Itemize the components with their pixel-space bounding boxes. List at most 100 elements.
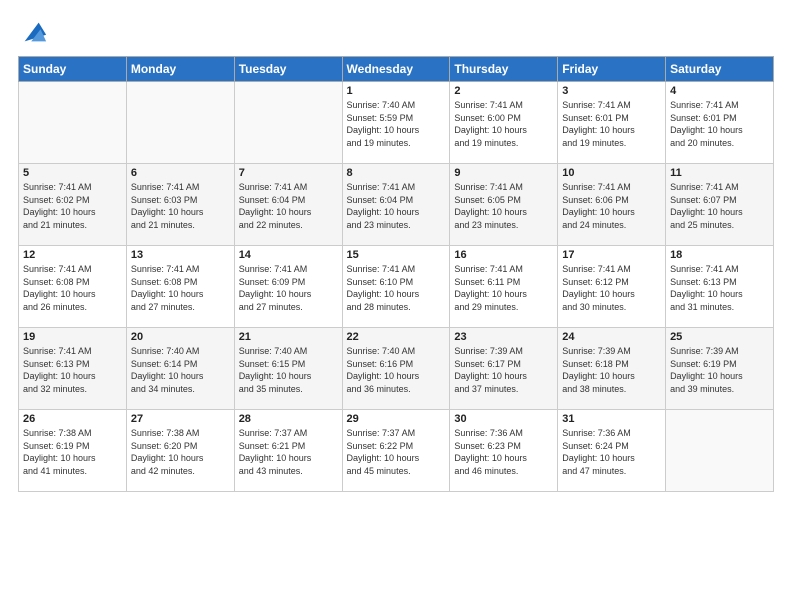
day-number: 24	[562, 331, 661, 343]
day-cell: 16 Sunrise: 7:41 AM Sunset: 6:11 PM Dayli…	[450, 246, 558, 328]
day-number: 14	[239, 249, 338, 261]
day-info: Sunrise: 7:40 AM Sunset: 6:15 PM Dayligh…	[239, 345, 338, 395]
day-number: 26	[23, 413, 122, 425]
day-number: 4	[670, 85, 769, 97]
weekday-header-friday: Friday	[558, 57, 666, 82]
day-cell: 12Sunrise: 7:41 AM Sunset: 6:08 PM Dayli…	[19, 246, 127, 328]
day-cell: 17Sunrise: 7:41 AM Sunset: 6:12 PM Dayli…	[558, 246, 666, 328]
day-info: Sunrise: 7:41 AM Sunset: 6:00 PM Dayligh…	[454, 99, 553, 149]
week-row-0: 1Sunrise: 7:40 AM Sunset: 5:59 PM Daylig…	[19, 82, 774, 164]
week-row-2: 12Sunrise: 7:41 AM Sunset: 6:08 PM Dayli…	[19, 246, 774, 328]
day-number: 8	[347, 167, 446, 179]
day-info: Sunrise: 7:41 AM Sunset: 6:10 PM Dayligh…	[347, 263, 446, 313]
day-number: 27	[131, 413, 230, 425]
day-cell: 9 Sunrise: 7:41 AM Sunset: 6:05 PM Daylig…	[450, 164, 558, 246]
day-cell: 4 Sunrise: 7:41 AM Sunset: 6:01 PM Daylig…	[666, 82, 774, 164]
day-cell: 10Sunrise: 7:41 AM Sunset: 6:06 PM Dayli…	[558, 164, 666, 246]
day-info: Sunrise: 7:38 AM Sunset: 6:20 PM Dayligh…	[131, 427, 230, 477]
day-number: 11	[670, 167, 769, 179]
day-cell: 13 Sunrise: 7:41 AM Sunset: 6:08 PM Dayli…	[126, 246, 234, 328]
day-cell	[19, 82, 127, 164]
day-cell: 2 Sunrise: 7:41 AM Sunset: 6:00 PM Daylig…	[450, 82, 558, 164]
day-number: 13	[131, 249, 230, 261]
day-info: Sunrise: 7:38 AM Sunset: 6:19 PM Dayligh…	[23, 427, 122, 477]
day-info: Sunrise: 7:41 AM Sunset: 6:08 PM Dayligh…	[23, 263, 122, 313]
day-number: 18	[670, 249, 769, 261]
calendar-table: SundayMondayTuesdayWednesdayThursdayFrid…	[18, 56, 774, 492]
day-info: Sunrise: 7:41 AM Sunset: 6:11 PM Dayligh…	[454, 263, 553, 313]
day-info: Sunrise: 7:36 AM Sunset: 6:24 PM Dayligh…	[562, 427, 661, 477]
day-number: 6	[131, 167, 230, 179]
day-number: 28	[239, 413, 338, 425]
day-cell: 22 Sunrise: 7:40 AM Sunset: 6:16 PM Dayli…	[342, 328, 450, 410]
day-info: Sunrise: 7:41 AM Sunset: 6:13 PM Dayligh…	[23, 345, 122, 395]
day-cell: 30Sunrise: 7:36 AM Sunset: 6:23 PM Dayli…	[450, 410, 558, 492]
day-number: 31	[562, 413, 661, 425]
day-cell: 6 Sunrise: 7:41 AM Sunset: 6:03 PM Daylig…	[126, 164, 234, 246]
day-info: Sunrise: 7:41 AM Sunset: 6:06 PM Dayligh…	[562, 181, 661, 231]
day-info: Sunrise: 7:39 AM Sunset: 6:19 PM Dayligh…	[670, 345, 769, 395]
day-cell: 11 Sunrise: 7:41 AM Sunset: 6:07 PM Dayli…	[666, 164, 774, 246]
day-cell: 23 Sunrise: 7:39 AM Sunset: 6:17 PM Dayli…	[450, 328, 558, 410]
day-info: Sunrise: 7:41 AM Sunset: 6:03 PM Dayligh…	[131, 181, 230, 231]
day-cell: 14Sunrise: 7:41 AM Sunset: 6:09 PM Dayli…	[234, 246, 342, 328]
day-cell: 18Sunrise: 7:41 AM Sunset: 6:13 PM Dayli…	[666, 246, 774, 328]
day-cell: 1Sunrise: 7:40 AM Sunset: 5:59 PM Daylig…	[342, 82, 450, 164]
day-info: Sunrise: 7:41 AM Sunset: 6:12 PM Dayligh…	[562, 263, 661, 313]
week-row-4: 26 Sunrise: 7:38 AM Sunset: 6:19 PM Dayli…	[19, 410, 774, 492]
day-cell: 24 Sunrise: 7:39 AM Sunset: 6:18 PM Dayli…	[558, 328, 666, 410]
weekday-header-wednesday: Wednesday	[342, 57, 450, 82]
day-number: 23	[454, 331, 553, 343]
day-info: Sunrise: 7:40 AM Sunset: 5:59 PM Dayligh…	[347, 99, 446, 149]
day-info: Sunrise: 7:41 AM Sunset: 6:08 PM Dayligh…	[131, 263, 230, 313]
day-number: 22	[347, 331, 446, 343]
weekday-header-sunday: Sunday	[19, 57, 127, 82]
day-number: 5	[23, 167, 122, 179]
weekday-header-monday: Monday	[126, 57, 234, 82]
day-cell: 15 Sunrise: 7:41 AM Sunset: 6:10 PM Dayli…	[342, 246, 450, 328]
header	[18, 18, 774, 46]
day-cell: 19 Sunrise: 7:41 AM Sunset: 6:13 PM Dayli…	[19, 328, 127, 410]
day-info: Sunrise: 7:41 AM Sunset: 6:04 PM Dayligh…	[239, 181, 338, 231]
day-cell: 3 Sunrise: 7:41 AM Sunset: 6:01 PM Daylig…	[558, 82, 666, 164]
day-cell	[666, 410, 774, 492]
day-number: 3	[562, 85, 661, 97]
day-cell: 20Sunrise: 7:40 AM Sunset: 6:14 PM Dayli…	[126, 328, 234, 410]
day-cell: 21 Sunrise: 7:40 AM Sunset: 6:15 PM Dayli…	[234, 328, 342, 410]
day-info: Sunrise: 7:41 AM Sunset: 6:07 PM Dayligh…	[670, 181, 769, 231]
day-cell: 25 Sunrise: 7:39 AM Sunset: 6:19 PM Dayli…	[666, 328, 774, 410]
day-number: 29	[347, 413, 446, 425]
day-number: 19	[23, 331, 122, 343]
weekday-header-thursday: Thursday	[450, 57, 558, 82]
day-cell: 7 Sunrise: 7:41 AM Sunset: 6:04 PM Daylig…	[234, 164, 342, 246]
day-info: Sunrise: 7:41 AM Sunset: 6:05 PM Dayligh…	[454, 181, 553, 231]
day-number: 25	[670, 331, 769, 343]
day-info: Sunrise: 7:40 AM Sunset: 6:16 PM Dayligh…	[347, 345, 446, 395]
weekday-header-tuesday: Tuesday	[234, 57, 342, 82]
day-info: Sunrise: 7:41 AM Sunset: 6:01 PM Dayligh…	[670, 99, 769, 149]
day-number: 9	[454, 167, 553, 179]
day-number: 21	[239, 331, 338, 343]
day-info: Sunrise: 7:41 AM Sunset: 6:01 PM Dayligh…	[562, 99, 661, 149]
weekday-header-saturday: Saturday	[666, 57, 774, 82]
logo	[18, 18, 48, 46]
day-number: 16	[454, 249, 553, 261]
day-cell: 28 Sunrise: 7:37 AM Sunset: 6:21 PM Dayli…	[234, 410, 342, 492]
week-row-1: 5 Sunrise: 7:41 AM Sunset: 6:02 PM Daylig…	[19, 164, 774, 246]
day-cell: 26 Sunrise: 7:38 AM Sunset: 6:19 PM Dayli…	[19, 410, 127, 492]
day-info: Sunrise: 7:37 AM Sunset: 6:22 PM Dayligh…	[347, 427, 446, 477]
day-number: 15	[347, 249, 446, 261]
day-cell: 5 Sunrise: 7:41 AM Sunset: 6:02 PM Daylig…	[19, 164, 127, 246]
day-info: Sunrise: 7:39 AM Sunset: 6:17 PM Dayligh…	[454, 345, 553, 395]
day-info: Sunrise: 7:41 AM Sunset: 6:04 PM Dayligh…	[347, 181, 446, 231]
day-info: Sunrise: 7:40 AM Sunset: 6:14 PM Dayligh…	[131, 345, 230, 395]
day-number: 7	[239, 167, 338, 179]
logo-icon	[20, 18, 48, 46]
day-cell: 29 Sunrise: 7:37 AM Sunset: 6:22 PM Dayli…	[342, 410, 450, 492]
day-info: Sunrise: 7:41 AM Sunset: 6:02 PM Dayligh…	[23, 181, 122, 231]
day-number: 2	[454, 85, 553, 97]
weekday-header-row: SundayMondayTuesdayWednesdayThursdayFrid…	[19, 57, 774, 82]
day-info: Sunrise: 7:36 AM Sunset: 6:23 PM Dayligh…	[454, 427, 553, 477]
day-info: Sunrise: 7:37 AM Sunset: 6:21 PM Dayligh…	[239, 427, 338, 477]
day-info: Sunrise: 7:39 AM Sunset: 6:18 PM Dayligh…	[562, 345, 661, 395]
